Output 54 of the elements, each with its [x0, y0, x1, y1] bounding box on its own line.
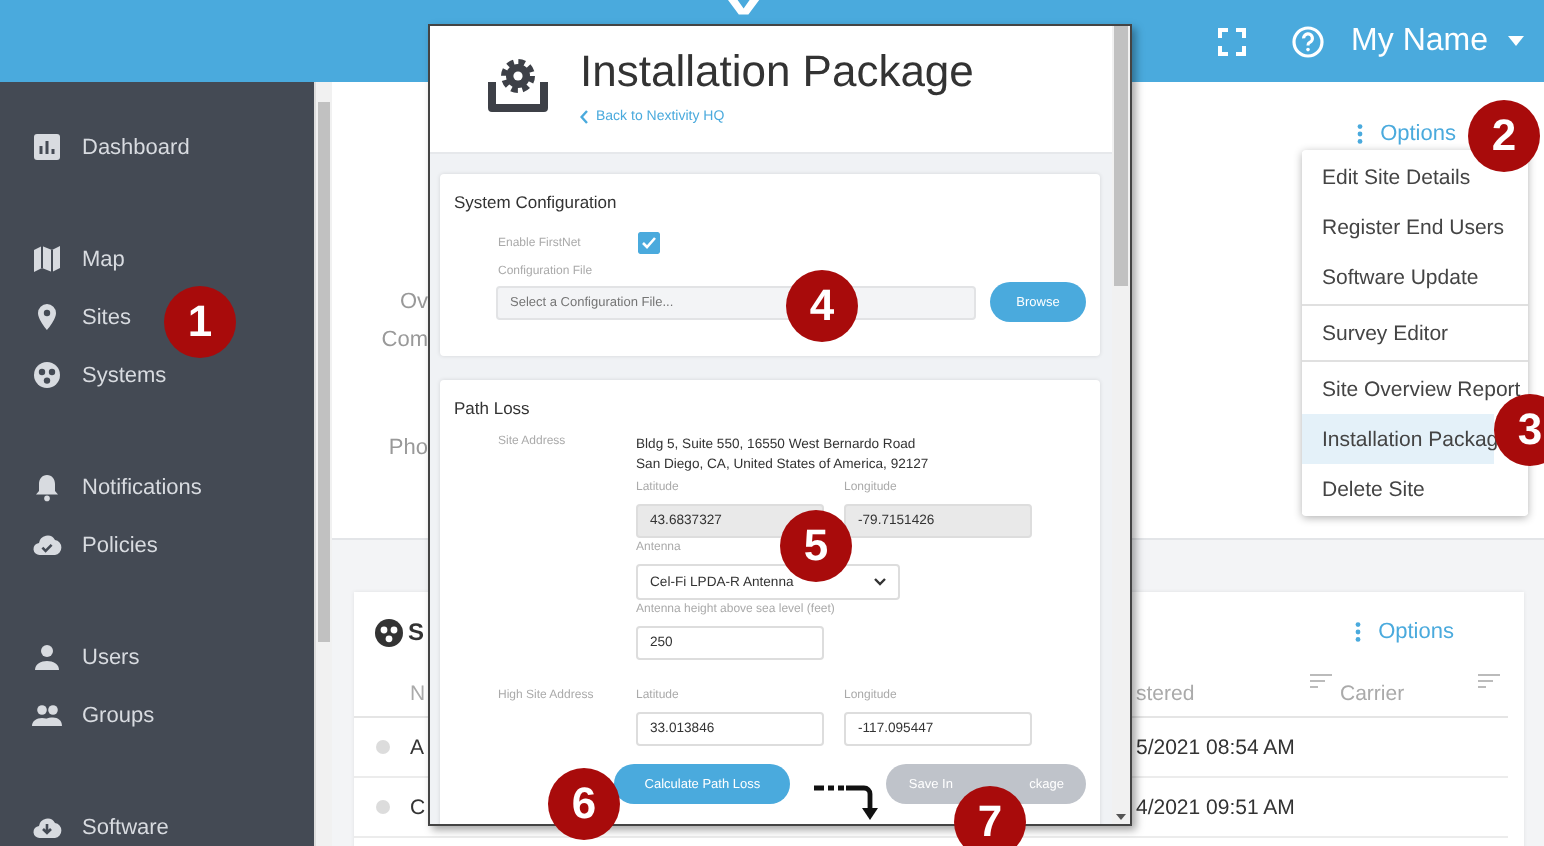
- table-cell: A: [410, 735, 425, 759]
- scrollbar[interactable]: [314, 82, 332, 846]
- cloud-check-icon: [32, 530, 62, 560]
- scrollbar-thumb[interactable]: [1114, 26, 1128, 286]
- menu-item[interactable]: Register End Users: [1302, 202, 1528, 252]
- row-radio[interactable]: [376, 740, 390, 754]
- sidebar-item[interactable]: Users: [0, 628, 148, 686]
- kebab-icon: [1354, 622, 1363, 642]
- sidebar-item[interactable]: Dashboard: [0, 118, 198, 176]
- sidebar-item[interactable]: Notifications: [0, 458, 210, 516]
- kebab-icon: [1356, 124, 1365, 144]
- arrow: [812, 782, 880, 822]
- dialog-title: Installation Package: [580, 46, 974, 98]
- scroll-down-icon[interactable]: [1116, 814, 1126, 820]
- field-label: Pho: [388, 434, 428, 464]
- menu-item[interactable]: Installation Packag: [1302, 414, 1494, 464]
- scrollbar[interactable]: [1112, 26, 1130, 824]
- help-icon[interactable]: [1291, 25, 1324, 57]
- caret-icon[interactable]: [1508, 36, 1524, 46]
- menu-item[interactable]: Software Update: [1302, 252, 1528, 302]
- table-cell: 4/2021 09:51 AM: [1136, 795, 1295, 819]
- menu-item[interactable]: Site Overview Report: [1302, 364, 1528, 414]
- user-icon: [32, 642, 62, 672]
- sidebar-item[interactable]: Map: [0, 230, 133, 288]
- map-icon: [32, 244, 62, 274]
- field-label: Ov: [399, 288, 428, 318]
- sort-icon[interactable]: [1478, 674, 1500, 688]
- fullscreen-icon[interactable]: [1217, 27, 1246, 55]
- sidebar-item[interactable]: Groups: [0, 686, 163, 744]
- systems-icon: [374, 617, 404, 647]
- section-title: System Configuration: [454, 192, 619, 212]
- gear-tray-icon: [486, 54, 550, 114]
- table-cell: 5/2021 08:54 AM: [1136, 735, 1295, 759]
- card-title: S: [408, 618, 425, 646]
- table-cell: C: [410, 795, 426, 819]
- row-radio[interactable]: [376, 800, 390, 814]
- checkbox[interactable]: [638, 232, 660, 254]
- section-title: Path Loss: [454, 398, 532, 418]
- field-label: Com: [381, 326, 428, 356]
- sidebar-item[interactable]: Policies: [0, 516, 166, 574]
- menu-item[interactable]: Edit Site Details: [1302, 152, 1528, 202]
- chevron-left-icon: [580, 110, 588, 124]
- bell-icon: [32, 472, 62, 502]
- sidebar-item[interactable]: Sites: [0, 288, 139, 346]
- menu-item[interactable]: Delete Site: [1302, 464, 1528, 514]
- chevron-down-icon: [874, 578, 886, 586]
- sort-icon[interactable]: [1310, 674, 1332, 688]
- menu-item[interactable]: Survey Editor: [1302, 308, 1528, 358]
- sidebar-item[interactable]: Software: [0, 798, 177, 846]
- group-icon: [32, 700, 62, 730]
- scrollbar-thumb[interactable]: [318, 102, 330, 642]
- systems-icon: [32, 360, 62, 390]
- chart-icon: [32, 132, 62, 162]
- location-pin-icon: [32, 302, 62, 332]
